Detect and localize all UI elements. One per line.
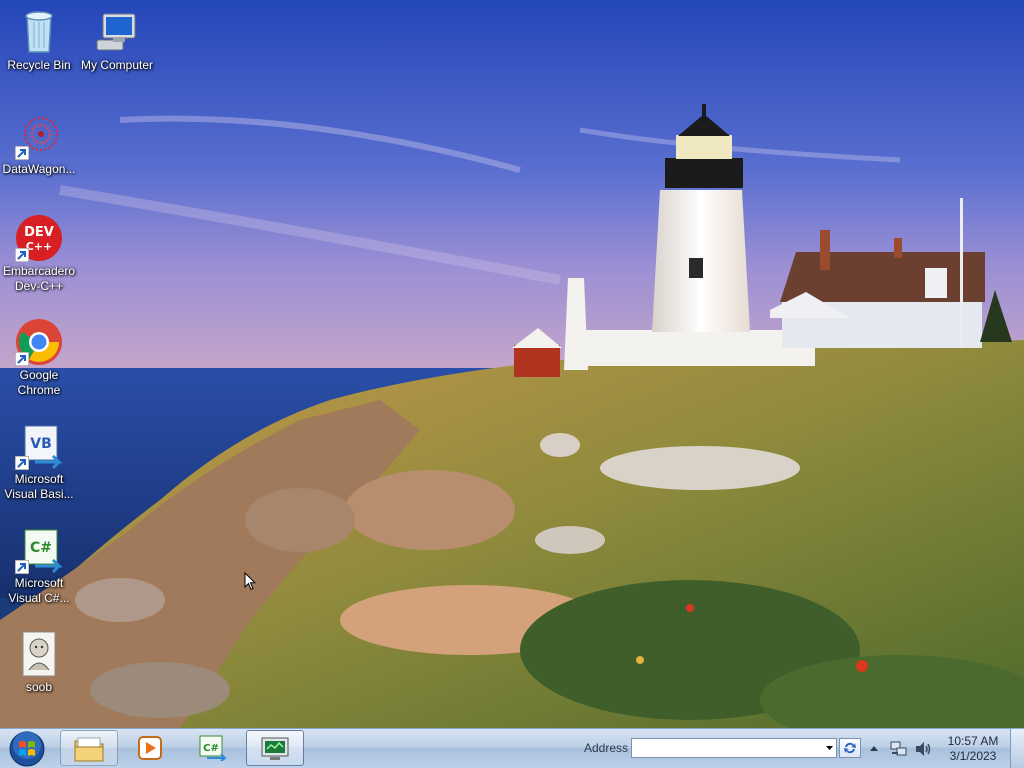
address-go-button[interactable]	[839, 738, 861, 758]
taskbar-button-visual-csharp[interactable]: C#	[184, 730, 242, 766]
media-player-icon	[138, 736, 162, 760]
desktop-icon-visual-basic[interactable]: VB Microsoft Visual Basi...	[0, 422, 78, 502]
shortcut-arrow-icon	[15, 146, 29, 160]
soob-image-icon	[22, 631, 56, 677]
desktop-icon-visual-csharp[interactable]: C# Microsoft Visual C#...	[0, 526, 78, 606]
desktop-icon-soob[interactable]: soob	[0, 630, 78, 695]
shortcut-arrow-icon	[15, 248, 29, 262]
visual-basic-shortcut: VB	[15, 422, 63, 470]
desktop-icon-label-line2: Visual C#...	[8, 591, 70, 605]
desktop-icon-label-line2: Chrome	[17, 383, 61, 397]
clock-time: 10:57 AM	[947, 734, 999, 748]
desktop-icon-label: My Computer	[80, 58, 154, 72]
desktop-icon-label-line1: Embarcadero	[2, 264, 76, 278]
show-desktop-button[interactable]	[1010, 729, 1024, 768]
recycle-bin-icon	[25, 11, 53, 53]
desktop-icon-recycle-bin[interactable]: Recycle Bin	[0, 8, 78, 73]
shortcut-arrow-icon	[15, 560, 29, 574]
desktop-icon-label: soob	[25, 680, 53, 694]
csharp-icon: C#	[199, 735, 227, 761]
volume-icon[interactable]	[914, 740, 932, 758]
desktop-icon-label-line2: Dev-C++	[14, 279, 64, 293]
svg-text:C#: C#	[30, 540, 52, 556]
clock-date: 3/1/2023	[949, 749, 997, 763]
chrome-shortcut	[15, 318, 63, 366]
taskbar: C# Address 10:57 AM 3/1/2023	[0, 728, 1024, 768]
address-dropdown-button[interactable]	[822, 738, 837, 758]
shortcut-arrow-icon	[15, 456, 29, 470]
desktop-icon-label: DataWagon...	[2, 162, 76, 176]
chevron-up-icon	[870, 746, 878, 751]
desktop-icon-datawagon[interactable]: DataWagon...	[0, 112, 78, 177]
address-toolbar-label: Address	[584, 741, 629, 755]
visual-csharp-shortcut: C#	[15, 526, 63, 574]
devcpp-shortcut: DEV C++	[15, 214, 63, 262]
taskbar-button-explorer[interactable]	[60, 730, 118, 766]
network-icon[interactable]	[890, 740, 908, 758]
desktop-icon-google-chrome[interactable]: Google Chrome	[0, 318, 78, 398]
desktop-icon-devcpp[interactable]: DEV C++ Embarcadero Dev-C++	[0, 214, 78, 294]
datawagon-shortcut	[15, 112, 63, 160]
mouse-cursor-icon	[244, 572, 256, 591]
system-clock[interactable]: 10:57 AM 3/1/2023	[940, 734, 1006, 764]
desktop-icon-label-line1: Microsoft	[14, 576, 64, 590]
chevron-down-icon	[826, 746, 833, 750]
desktop-icon-label-line1: Microsoft	[14, 472, 64, 486]
svg-text:C#: C#	[203, 743, 219, 754]
svg-text:C++: C++	[26, 240, 53, 253]
shortcut-arrow-icon	[15, 352, 29, 366]
svg-text:DEV: DEV	[24, 225, 54, 240]
desktop-icon-my-computer[interactable]: My Computer	[78, 8, 156, 73]
desktop-icon-label-line2: Visual Basi...	[4, 487, 74, 501]
show-hidden-icons-button[interactable]	[868, 742, 880, 754]
taskbar-button-media-player[interactable]	[122, 730, 180, 766]
start-button[interactable]	[4, 731, 50, 767]
svg-text:VB: VB	[30, 436, 52, 452]
address-input[interactable]	[631, 738, 837, 758]
folder-icon	[74, 737, 104, 762]
desktop-icon-label: Recycle Bin	[7, 58, 71, 72]
computer-icon	[96, 13, 136, 51]
taskbar-button-remote-computer[interactable]	[246, 730, 304, 766]
desktop-wallpaper	[0, 0, 1024, 728]
monitor-icon	[261, 737, 289, 760]
start-orb-icon	[9, 731, 45, 767]
desktop-icon-label-line1: Google	[19, 368, 59, 382]
refresh-go-icon	[844, 742, 856, 754]
